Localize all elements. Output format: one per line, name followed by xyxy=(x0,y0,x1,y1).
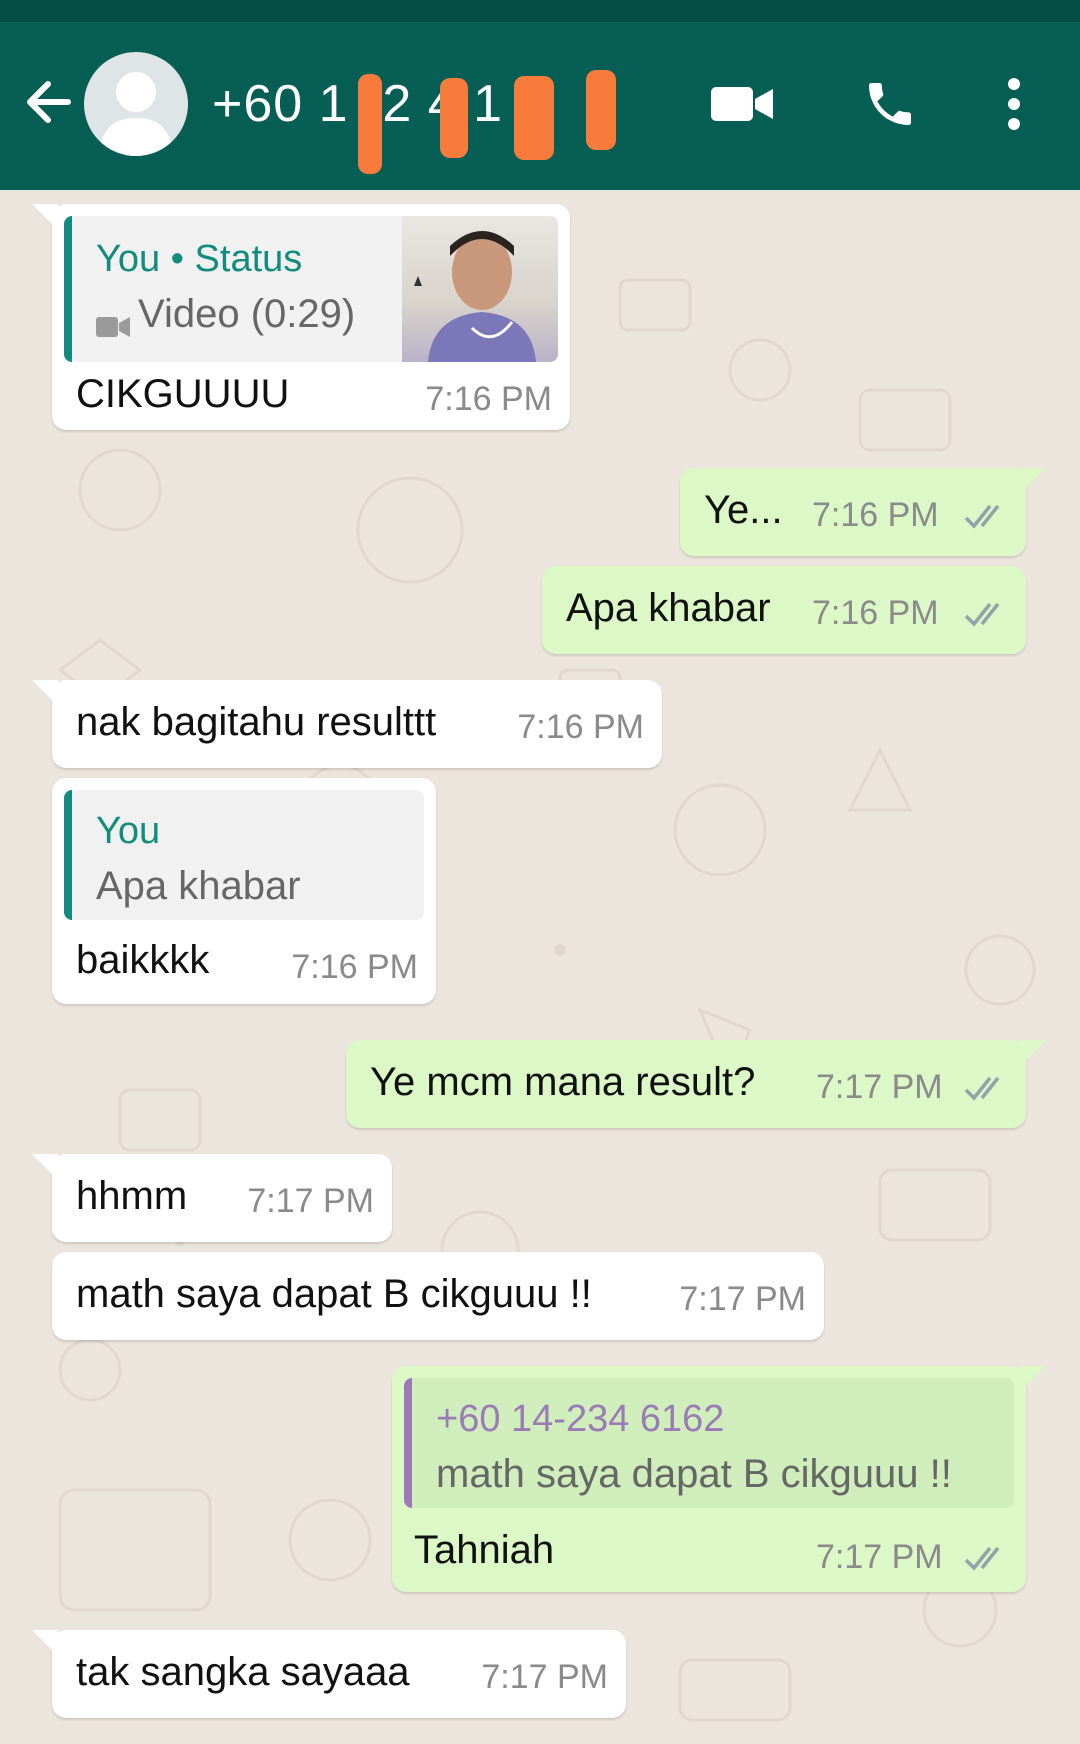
redaction-mark xyxy=(514,76,554,160)
redaction-mark xyxy=(440,78,468,158)
message-time: 7:16 PM xyxy=(425,380,552,418)
quote-text: math saya dapat B cikguuu !! xyxy=(436,1452,952,1496)
message-time: 7:17 PM xyxy=(247,1182,374,1220)
person-thumbnail-icon xyxy=(414,231,536,362)
message-bubble-incoming[interactable]: nak bagitahu resulttt 7:16 PM xyxy=(32,680,662,768)
message-bubble-outgoing[interactable]: +60 14-234 6162 math saya dapat B cikguu… xyxy=(392,1366,1046,1592)
message-bubble-outgoing[interactable]: Ye... 7:16 PM xyxy=(680,468,1046,556)
read-ticks-icon xyxy=(964,602,1000,627)
bubble-tail xyxy=(1020,468,1046,494)
chat-area[interactable]: You • Status Video (0:29) CIKGUUUU 7:16 … xyxy=(0,190,1080,1744)
bubble-tail xyxy=(32,1630,58,1656)
read-ticks-icon xyxy=(964,1076,1000,1101)
message-time: 7:17 PM xyxy=(816,1538,943,1576)
message-text: tak sangka sayaaa xyxy=(76,1650,410,1694)
message-time: 7:17 PM xyxy=(679,1280,806,1318)
bubble-tail xyxy=(32,204,58,230)
back-arrow-icon[interactable] xyxy=(18,72,78,132)
quote-author: You • Status xyxy=(96,238,303,280)
bubble-tail xyxy=(1020,1366,1046,1392)
message-bubble-incoming[interactable]: hhmm 7:17 PM xyxy=(32,1154,392,1242)
chat-header: +60 1 -2 4 1 2 xyxy=(0,22,1080,190)
status-bar xyxy=(0,0,1080,22)
message-text: Ye mcm mana result? xyxy=(370,1060,756,1104)
more-options-icon[interactable] xyxy=(982,72,1046,136)
video-call-icon[interactable] xyxy=(710,72,774,136)
message-bubble-incoming[interactable]: tak sangka sayaaa 7:17 PM xyxy=(32,1630,626,1718)
reply-quote[interactable]: You Apa khabar xyxy=(64,790,424,920)
quote-text: Video (0:29) xyxy=(138,292,356,336)
redaction-mark xyxy=(358,74,382,174)
message-bubble-incoming[interactable]: You • Status Video (0:29) CIKGUUUU 7:16 … xyxy=(32,204,570,430)
avatar-icon xyxy=(98,72,174,156)
quote-accent-bar xyxy=(64,790,72,920)
quote-author: +60 14-234 6162 xyxy=(436,1398,725,1440)
message-time: 7:17 PM xyxy=(481,1658,608,1696)
read-ticks-icon xyxy=(964,504,1000,529)
message-bubble-incoming[interactable]: You Apa khabar baikkkk 7:16 PM xyxy=(52,778,436,1004)
quote-accent-bar xyxy=(64,216,72,362)
message-text: baikkkk xyxy=(76,938,210,982)
bubble-tail xyxy=(32,680,58,706)
message-time: 7:16 PM xyxy=(517,708,644,746)
redaction-mark xyxy=(586,70,616,150)
message-bubble-outgoing[interactable]: Apa khabar 7:16 PM xyxy=(542,566,1026,654)
bubble-tail xyxy=(32,1154,58,1180)
message-time: 7:16 PM xyxy=(812,496,939,534)
avatar[interactable] xyxy=(84,52,188,156)
quote-text: Apa khabar xyxy=(96,864,301,908)
message-bubble-outgoing[interactable]: Ye mcm mana result? 7:17 PM xyxy=(346,1040,1046,1128)
quote-accent-bar xyxy=(404,1378,412,1508)
message-time: 7:16 PM xyxy=(812,594,939,632)
voice-call-icon[interactable] xyxy=(858,72,922,136)
message-text: Ye... xyxy=(704,488,783,532)
message-time: 7:17 PM xyxy=(816,1068,943,1106)
bubble-tail xyxy=(1020,1040,1046,1066)
read-ticks-icon xyxy=(964,1546,1000,1571)
message-text: Tahniah xyxy=(414,1528,555,1572)
message-text: math saya dapat B cikguuu !! xyxy=(76,1272,592,1316)
video-icon xyxy=(96,317,130,337)
status-reply-quote[interactable]: You • Status Video (0:29) xyxy=(64,216,558,362)
status-video-thumbnail[interactable] xyxy=(402,216,558,362)
message-time: 7:16 PM xyxy=(291,948,418,986)
message-text: nak bagitahu resulttt xyxy=(76,700,437,744)
message-text: Apa khabar xyxy=(566,586,771,630)
quote-author: You xyxy=(96,810,161,852)
message-bubble-incoming[interactable]: math saya dapat B cikguuu !! 7:17 PM xyxy=(52,1252,824,1340)
message-text: hhmm xyxy=(76,1174,188,1218)
message-text: CIKGUUUU xyxy=(76,372,290,416)
reply-quote[interactable]: +60 14-234 6162 math saya dapat B cikguu… xyxy=(404,1378,1014,1508)
